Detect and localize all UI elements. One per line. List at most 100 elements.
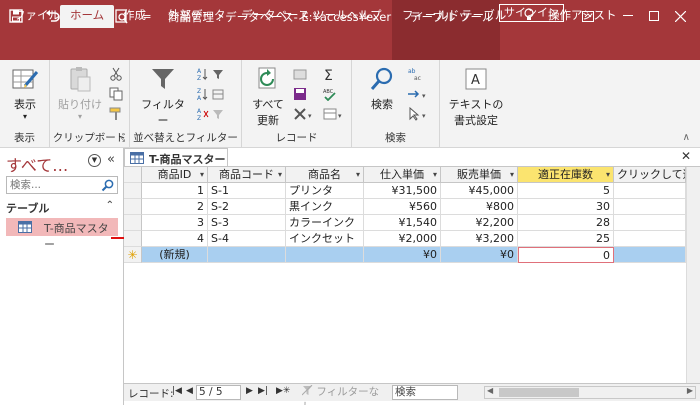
cell-empty[interactable]	[614, 199, 686, 215]
shutter-bar-icon[interactable]: «	[107, 152, 115, 167]
remove-sort-icon[interactable]: AZ	[194, 106, 230, 122]
lightbulb-icon[interactable]	[522, 5, 536, 28]
refresh-all-button[interactable]: すべて 更新	[248, 64, 288, 128]
tab-external-data[interactable]: 外部データ	[166, 5, 228, 28]
cell-purchase-price[interactable]: ¥1,540	[364, 215, 441, 231]
spelling-icon[interactable]: ABC	[322, 86, 338, 102]
row-selector[interactable]	[124, 231, 142, 247]
cell-product-code[interactable]: S-3	[208, 215, 286, 231]
new-record-icon[interactable]	[292, 66, 308, 82]
tab-fields[interactable]: フィールド	[400, 5, 461, 28]
cell-product-name[interactable]: カラーインク	[286, 215, 364, 231]
document-tab-product-master[interactable]: T-商品マスター	[124, 148, 228, 166]
format-painter-icon[interactable]	[108, 106, 124, 122]
tab-database-tools[interactable]: データベース ツール	[239, 5, 350, 28]
column-header-product-name[interactable]: 商品名 ▾	[286, 167, 364, 183]
cell-optimal-stock[interactable]: 5	[518, 183, 614, 199]
close-document-icon[interactable]: ✕	[681, 149, 691, 163]
cell-product-code[interactable]: S-1	[208, 183, 286, 199]
paste-button[interactable]: 貼り付け ▾	[58, 64, 102, 121]
column-header-optimal-stock[interactable]: 適正在庫数 ▾	[518, 167, 614, 183]
cell-product-name[interactable]: インクセット	[286, 231, 364, 247]
row-selector[interactable]	[124, 199, 142, 215]
cell-optimal-stock[interactable]: 25	[518, 231, 614, 247]
scroll-left-icon[interactable]: ◀	[487, 386, 493, 395]
nav-pane-title[interactable]: すべて…	[6, 152, 68, 176]
nav-item-product-master[interactable]: T-商品マスター	[6, 218, 118, 251]
column-dropdown-icon[interactable]: ▾	[606, 167, 610, 182]
copy-icon[interactable]	[108, 86, 124, 102]
column-header-product-id[interactable]: 商品ID ▾	[142, 167, 208, 183]
cell-empty[interactable]	[614, 183, 686, 199]
collapse-ribbon-icon[interactable]: ∧	[683, 132, 690, 143]
cell-new-empty[interactable]	[614, 247, 686, 263]
view-button[interactable]: 表示 ▾	[6, 64, 44, 121]
column-dropdown-icon[interactable]: ▾	[356, 167, 360, 182]
nav-search-box[interactable]	[6, 176, 118, 194]
cell-new-product-id[interactable]: (新規)	[142, 247, 208, 263]
cell-purchase-price[interactable]: ¥560	[364, 199, 441, 215]
replace-icon[interactable]: ab ac	[406, 66, 428, 82]
cell-sales-price[interactable]: ¥3,200	[441, 231, 518, 247]
cell-sales-price[interactable]: ¥800	[441, 199, 518, 215]
cell-sales-price[interactable]: ¥45,000	[441, 183, 518, 199]
tab-create[interactable]: 作成	[121, 5, 148, 28]
record-search-input[interactable]: 検索	[392, 385, 458, 400]
find-button[interactable]: 検索	[362, 64, 402, 112]
cell-purchase-price[interactable]: ¥31,500	[364, 183, 441, 199]
cell-optimal-stock[interactable]: 28	[518, 215, 614, 231]
sort-descending-icon[interactable]: ZA	[194, 86, 230, 102]
column-dropdown-icon[interactable]: ▾	[200, 167, 204, 182]
column-header-sales-price[interactable]: 販売単価 ▾	[441, 167, 518, 183]
column-dropdown-icon[interactable]: ▾	[510, 167, 514, 182]
cell-product-id[interactable]: 2	[142, 199, 208, 215]
new-record-icon[interactable]: ✳	[124, 247, 142, 263]
current-record-input[interactable]: 5 / 5	[196, 385, 241, 400]
cell-product-id[interactable]: 4	[142, 231, 208, 247]
next-record-icon[interactable]: ▶	[246, 386, 253, 396]
previous-record-icon[interactable]: ◀	[186, 386, 193, 396]
cell-product-id[interactable]: 3	[142, 215, 208, 231]
column-header-click-to-add[interactable]: クリックして追	[614, 167, 686, 183]
select-all-corner[interactable]	[124, 167, 142, 183]
tab-help[interactable]: ヘルプ	[345, 5, 384, 28]
cell-new-sales-price[interactable]: ¥0	[441, 247, 518, 263]
cell-new-optimal-stock[interactable]: 0	[518, 247, 614, 263]
cell-optimal-stock[interactable]: 30	[518, 199, 614, 215]
tab-home[interactable]: ホーム	[60, 5, 115, 28]
cell-product-name[interactable]: 黒インク	[286, 199, 364, 215]
tab-file[interactable]: ファイル	[12, 5, 62, 28]
cell-product-code[interactable]: S-4	[208, 231, 286, 247]
cell-empty[interactable]	[614, 215, 686, 231]
column-dropdown-icon[interactable]: ▾	[433, 167, 437, 182]
cell-sales-price[interactable]: ¥2,200	[441, 215, 518, 231]
cell-product-code[interactable]: S-2	[208, 199, 286, 215]
cell-new-product-code[interactable]	[208, 247, 286, 263]
nav-search-input[interactable]	[10, 178, 98, 192]
horizontal-scroll-thumb[interactable]	[499, 388, 579, 397]
cell-product-name[interactable]: プリンタ	[286, 183, 364, 199]
goto-icon[interactable]: ▾	[406, 86, 430, 102]
column-header-product-code[interactable]: 商品コード ▾	[208, 167, 286, 183]
scroll-right-icon[interactable]: ▶	[687, 386, 693, 395]
collapse-group-icon[interactable]: ⌃	[106, 200, 114, 211]
cell-new-product-name[interactable]	[286, 247, 364, 263]
vertical-scrollbar[interactable]	[686, 167, 700, 383]
cut-icon[interactable]	[108, 66, 124, 82]
save-record-icon[interactable]	[292, 86, 308, 102]
filter-status-button[interactable]: フィルターなし	[301, 384, 384, 405]
more-records-icon[interactable]: ▾	[322, 106, 346, 122]
tell-me-search[interactable]: 操作アシスト	[546, 5, 619, 28]
column-header-purchase-price[interactable]: 仕入単価 ▾	[364, 167, 441, 183]
cell-new-purchase-price[interactable]: ¥0	[364, 247, 441, 263]
first-record-icon[interactable]: |◀	[172, 386, 182, 396]
select-icon[interactable]: ▾	[406, 106, 430, 122]
delete-record-icon[interactable]: ▾	[292, 106, 316, 122]
text-formatting-button[interactable]: A テキストの 書式設定	[446, 64, 506, 128]
nav-group-tables[interactable]: テーブル ⌃	[6, 200, 118, 216]
horizontal-scrollbar[interactable]: ◀ ▶	[484, 386, 696, 399]
new-blank-record-icon[interactable]: ▶✳	[276, 386, 290, 396]
tab-table[interactable]: テーブル	[459, 5, 508, 28]
row-selector[interactable]	[124, 183, 142, 199]
filter-button[interactable]: フィルター	[138, 64, 188, 128]
